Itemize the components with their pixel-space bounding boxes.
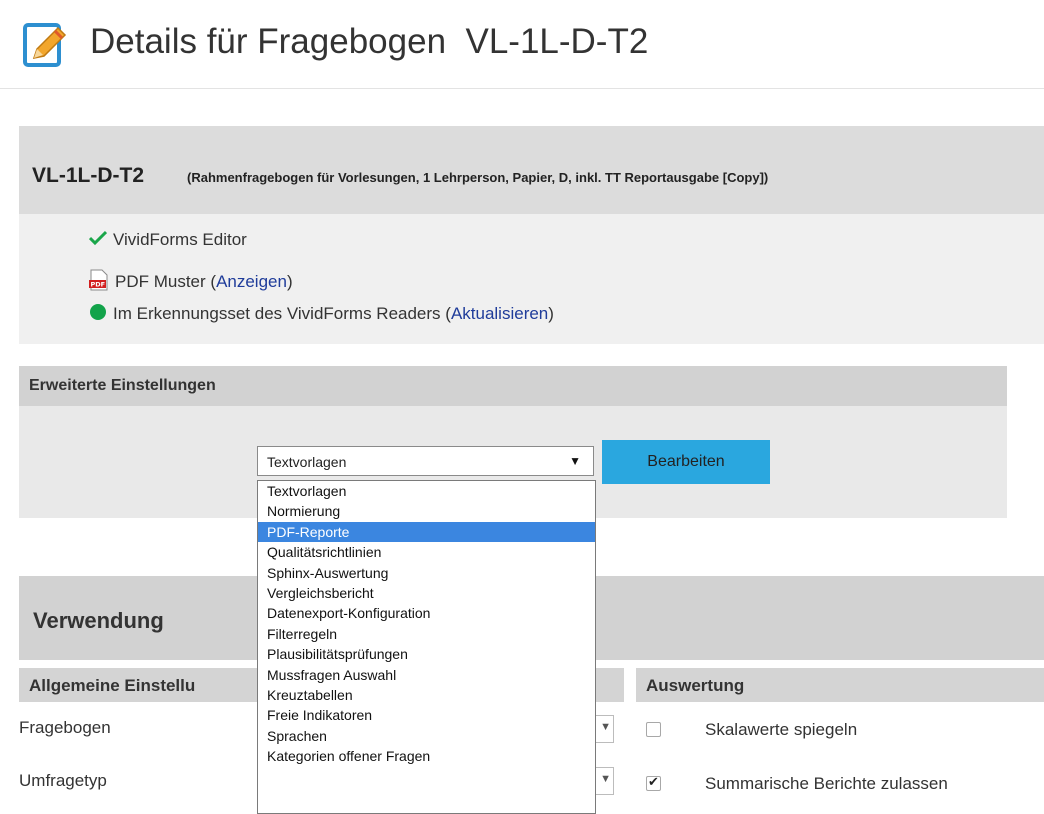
questionnaire-description: (Rahmenfragebogen für Vorlesungen, 1 Leh… [187,170,769,185]
status-pdf-close: ) [286,271,293,291]
status-pdf: PDF PDF Muster (Anzeigen) [89,269,293,296]
dropdown-option[interactable]: Kreuztabellen [258,685,595,705]
status-reader: Im Erkennungsset des VividForms Readers … [89,303,554,326]
dropdown-option[interactable]: Mussfragen Auswahl [258,665,595,685]
checkmark-icon [88,230,108,251]
dropdown-option[interactable]: Textvorlagen [258,481,595,501]
dropdown-arrow-icon: ▼ [600,773,611,785]
dropdown-option[interactable]: Sphinx-Auswertung [258,563,595,583]
survey-type-select[interactable]: ▼ [594,767,614,795]
status-editor-label: VividForms Editor [113,230,247,249]
general-settings-title: Allgemeine Einstellu [29,676,196,695]
edit-document-icon [22,22,70,70]
status-reader-label: Im Erkennungsset des VividForms Readers … [113,303,451,323]
pdf-file-icon: PDF [89,269,109,296]
green-dot-icon [89,303,107,326]
page-title: Details für Fragebogen VL-1L-D-T2 [90,22,649,61]
dropdown-option[interactable]: Filterregeln [258,624,595,644]
settings-select[interactable]: Textvorlagen ▼ [257,446,594,476]
show-pdf-link[interactable]: Anzeigen [216,272,287,291]
questionnaire-field-label: Fragebogen [19,718,111,737]
edit-button[interactable]: Bearbeiten [602,440,770,484]
status-pdf-label: PDF Muster ( [115,271,217,291]
advanced-settings-title: Erweiterte Einstellungen [29,377,216,394]
settings-dropdown-list: Textvorlagen Normierung PDF-Reporte Qualitä… [257,480,596,814]
questionnaire-header: VL-1L-D-T2 (Rahmenfragebogen für Vorlesu… [19,126,1044,214]
svg-text:PDF: PDF [91,281,106,289]
summary-reports-label: Summarische Berichte zulassen [705,774,948,793]
dropdown-option[interactable]: Freie Indikatoren [258,705,595,725]
survey-type-field-label: Umfragetyp [19,771,107,790]
questionnaire-select[interactable]: ▼ [594,715,614,743]
dropdown-option[interactable]: Sprachen [258,726,595,746]
dropdown-option[interactable]: Plausibilitätsprüfungen [258,644,595,664]
dropdown-option[interactable]: Kategorien offener Fragen [258,746,595,766]
summary-reports-checkbox[interactable] [646,774,661,791]
evaluation-header: Auswertung [636,668,1044,702]
dropdown-option[interactable]: PDF-Reporte [258,521,595,543]
usage-title: Verwendung [33,608,164,633]
settings-select-value: Textvorlagen [267,454,347,470]
questionnaire-code: VL-1L-D-T2 [32,164,144,187]
dropdown-option[interactable]: Datenexport-Konfiguration [258,603,595,623]
mirror-scale-label: Skalawerte spiegeln [705,720,858,739]
evaluation-title: Auswertung [646,676,745,695]
dropdown-arrow-icon: ▼ [600,721,611,733]
mirror-scale-checkbox[interactable] [646,722,661,737]
refresh-link[interactable]: Aktualisieren [451,304,548,323]
page-header: Details für Fragebogen VL-1L-D-T2 [0,0,1044,89]
status-panel: VividForms Editor PDF PDF Muster (Anzeig… [19,214,1044,344]
dropdown-option[interactable]: Qualitätsrichtlinien [258,542,595,562]
dropdown-option[interactable]: Vergleichsbericht [258,583,595,603]
status-reader-close: ) [548,303,554,323]
dropdown-arrow-icon: ▼ [569,454,581,468]
status-editor: VividForms Editor [88,230,247,251]
advanced-settings-header: Erweiterte Einstellungen [19,366,1007,406]
dropdown-option[interactable]: Normierung [258,501,595,521]
